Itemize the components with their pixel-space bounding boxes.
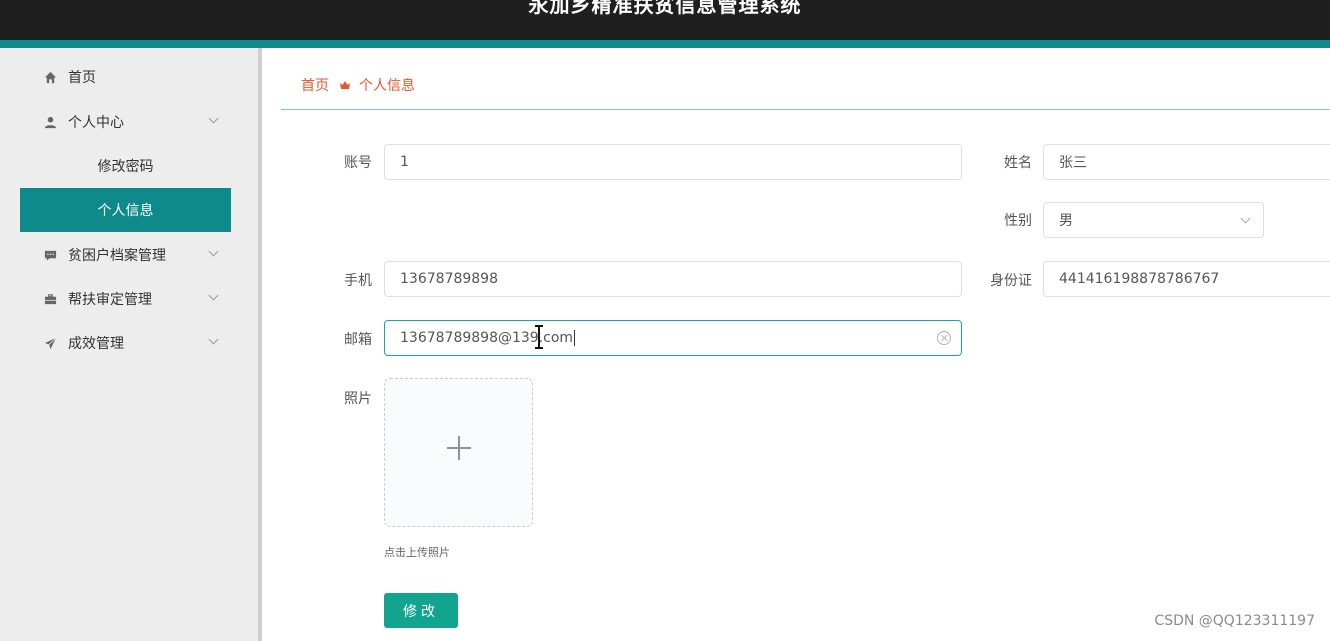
sidebar-item-label: 帮扶审定管理 bbox=[68, 292, 152, 308]
sidebar-item-results[interactable]: 成效管理 bbox=[20, 321, 231, 365]
sidebar-item-label: 首页 bbox=[68, 70, 96, 86]
idcard-label: 身份证 bbox=[990, 273, 1032, 289]
comment-icon bbox=[42, 247, 58, 263]
chevron-down-icon bbox=[1240, 213, 1251, 224]
sidebar-item-home[interactable]: 首页 bbox=[20, 55, 231, 99]
sidebar-item-label: 成效管理 bbox=[68, 336, 124, 352]
briefcase-icon bbox=[42, 291, 58, 307]
email-label: 邮箱 bbox=[344, 332, 372, 348]
breadcrumb-divider bbox=[281, 109, 1330, 110]
system-title: 永加乡精准扶贫信息管理系统 bbox=[528, 0, 802, 17]
sidebar-divider bbox=[258, 48, 262, 641]
chevron-down-icon bbox=[208, 290, 219, 301]
sidebar-item-poverty-archive[interactable]: 贫困户档案管理 bbox=[20, 233, 231, 277]
email-input[interactable]: 13678789898@139.com bbox=[384, 320, 962, 356]
modify-button[interactable]: 修改 bbox=[384, 593, 458, 628]
upload-tip: 点击上传照片 bbox=[384, 546, 450, 559]
clear-icon[interactable] bbox=[937, 331, 951, 345]
text-cursor-icon bbox=[535, 325, 543, 349]
sidebar-item-personal-center[interactable]: 个人中心 bbox=[20, 100, 231, 144]
account-label: 账号 bbox=[344, 155, 372, 171]
chevron-down-icon bbox=[208, 246, 219, 257]
photo-uploader[interactable] bbox=[384, 378, 533, 527]
gender-label: 性别 bbox=[1004, 213, 1032, 229]
send-icon bbox=[42, 335, 58, 351]
top-header: 永加乡精准扶贫信息管理系统 bbox=[0, 0, 1330, 40]
account-input[interactable]: 1 bbox=[384, 144, 962, 180]
sidebar-item-support-review[interactable]: 帮扶审定管理 bbox=[20, 277, 231, 321]
user-icon bbox=[42, 114, 58, 130]
name-label: 姓名 bbox=[1004, 155, 1032, 171]
name-input[interactable]: 张三 bbox=[1043, 144, 1330, 180]
breadcrumb: 首页 个人信息 bbox=[301, 74, 415, 96]
chevron-down-icon bbox=[208, 334, 219, 345]
watermark: CSDN @QQ123311197 bbox=[1154, 613, 1315, 629]
idcard-input[interactable]: 441416198878786767 bbox=[1043, 261, 1330, 297]
text-caret bbox=[574, 330, 576, 346]
phone-label: 手机 bbox=[344, 273, 372, 289]
phone-input[interactable]: 13678789898 bbox=[384, 261, 962, 297]
breadcrumb-home[interactable]: 首页 bbox=[301, 75, 329, 95]
sidebar-item-label: 个人中心 bbox=[68, 115, 124, 131]
crown-icon bbox=[339, 79, 351, 91]
sidebar-subitem-change-password[interactable]: 修改密码 bbox=[20, 144, 231, 188]
sidebar-subitem-personal-info[interactable]: 个人信息 bbox=[20, 188, 231, 232]
chevron-down-icon bbox=[208, 113, 219, 124]
gender-select[interactable]: 男 bbox=[1043, 202, 1264, 238]
home-icon bbox=[42, 69, 58, 85]
photo-label: 照片 bbox=[344, 391, 372, 407]
header-accent-bar bbox=[0, 40, 1330, 48]
breadcrumb-current: 个人信息 bbox=[359, 78, 415, 94]
sidebar-item-label: 贫困户档案管理 bbox=[68, 248, 166, 264]
